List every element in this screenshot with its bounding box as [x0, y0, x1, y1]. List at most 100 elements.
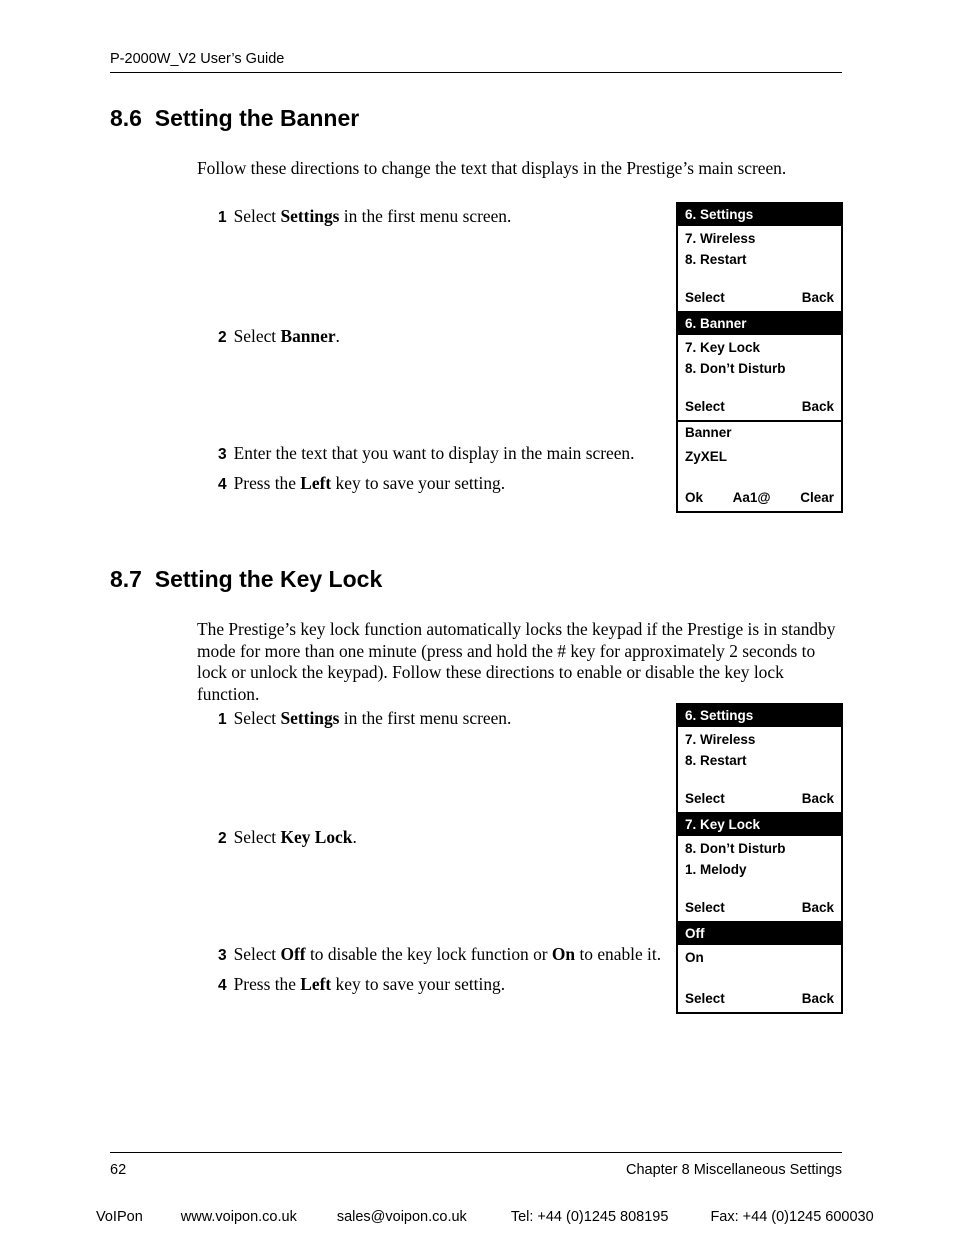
menu-item-on[interactable]: On: [685, 948, 834, 969]
phone-screen-keylock-onoff: Off On Select Back: [678, 923, 841, 1012]
page-number: 62: [110, 1162, 127, 1178]
softkey-select[interactable]: Select: [685, 789, 725, 808]
phone-screen-settings: 6. Settings 7. Wireless 8. Restart Selec…: [678, 204, 841, 313]
voipon-website[interactable]: www.voipon.co.uk: [181, 1208, 297, 1227]
step-text-post: key to save your setting.: [331, 974, 506, 994]
running-header: P-2000W_V2 User’s Guide: [110, 50, 842, 73]
step-8-6-2: 2 Select Banner.: [218, 326, 340, 348]
screen-softkey-bar: Select Back: [678, 898, 841, 921]
document-page: P-2000W_V2 User’s Guide 8.6 Setting the …: [0, 0, 954, 1235]
step-8-7-2: 2 Select Key Lock.: [218, 827, 357, 849]
step-text-pre: Press the: [233, 473, 301, 493]
menu-item[interactable]: 8. Restart: [685, 751, 834, 772]
phone-screen-settings: 6. Settings 7. Wireless 8. Restart Selec…: [678, 705, 841, 814]
softkey-select[interactable]: Select: [685, 397, 725, 416]
step-8-7-3: 3 Select Off to disable the key lock func…: [218, 944, 661, 966]
screen-softkey-bar: Select Back: [678, 288, 841, 311]
screen-blank-space: [678, 270, 841, 288]
step-8-6-1: 1 Select Settings in the first menu scree…: [218, 206, 511, 228]
step-number: 4: [218, 977, 227, 994]
step-text-pre: Select: [233, 326, 281, 346]
step-text-bold: Left: [300, 974, 332, 994]
softkey-back[interactable]: Back: [802, 397, 834, 416]
softkey-back[interactable]: Back: [802, 288, 834, 307]
section-8-6-intro: Follow these directions to change the te…: [197, 158, 787, 178]
step-text-post: in the first menu screen.: [339, 708, 512, 728]
step-number: 1: [218, 711, 227, 728]
step-8-7-1: 1 Select Settings in the first menu scree…: [218, 708, 511, 730]
screen-blank-space: [678, 379, 841, 397]
voipon-contact-bar: VoIPon www.voipon.co.uk sales@voipon.co.…: [96, 1208, 874, 1227]
voipon-email[interactable]: sales@voipon.co.uk: [337, 1208, 467, 1227]
screen-title: Banner: [678, 422, 841, 444]
softkey-ok[interactable]: Ok: [685, 488, 703, 507]
screen-title: 7. Key Lock: [678, 814, 841, 836]
menu-item[interactable]: 1. Melody: [685, 860, 834, 881]
phone-screen-banner-edit: Banner ZyXEL Ok Aa1@ Clear: [678, 422, 841, 511]
section-heading-8-7: 8.7 Setting the Key Lock: [110, 566, 383, 592]
step-text-bold: Banner: [280, 326, 336, 346]
step-8-7-4: 4 Press the Left key to save your setting…: [218, 974, 505, 996]
step-text-post: to enable it.: [575, 944, 662, 964]
section-8-7-intro: The Prestige’s key lock function automat…: [197, 619, 836, 704]
banner-text-value[interactable]: ZyXEL: [685, 447, 834, 468]
screen-menu-list: 8. Don’t Disturb 1. Melody: [678, 836, 841, 880]
screen-blank-space: [678, 467, 841, 488]
menu-item[interactable]: 8. Don’t Disturb: [685, 359, 834, 380]
section-heading-8-6: 8.6 Setting the Banner: [110, 105, 360, 131]
step-text-mid: to disable the key lock function or: [305, 944, 552, 964]
screen-softkey-bar: Ok Aa1@ Clear: [678, 487, 841, 511]
phone-screen-banner-menu: 6. Banner 7. Key Lock 8. Don’t Disturb S…: [678, 313, 841, 422]
step-text-post: .: [352, 827, 357, 847]
softkey-input-mode[interactable]: Aa1@: [703, 488, 800, 507]
phone-screen-stack-banner: 6. Settings 7. Wireless 8. Restart Selec…: [676, 202, 843, 513]
softkey-back[interactable]: Back: [802, 898, 834, 917]
menu-item[interactable]: 7. Wireless: [685, 229, 834, 250]
screen-title: 6. Settings: [678, 204, 841, 226]
screen-title-off[interactable]: Off: [678, 923, 841, 945]
softkey-back[interactable]: Back: [802, 789, 834, 808]
step-text-pre: Select: [233, 206, 281, 226]
step-text-post: key to save your setting.: [331, 473, 506, 493]
screen-menu-list: 7. Wireless 8. Restart: [678, 727, 841, 771]
step-text-bold-on: On: [551, 944, 576, 964]
menu-item[interactable]: 7. Key Lock: [685, 338, 834, 359]
softkey-select[interactable]: Select: [685, 288, 725, 307]
menu-item[interactable]: 8. Don’t Disturb: [685, 839, 834, 860]
voipon-fax: Fax: +44 (0)1245 600030: [710, 1209, 874, 1225]
step-number: 1: [218, 209, 227, 226]
softkey-back[interactable]: Back: [802, 989, 834, 1008]
step-text-post: in the first menu screen.: [339, 206, 512, 226]
screen-softkey-bar: Select Back: [678, 397, 841, 420]
header-divider: [110, 72, 842, 73]
step-number: 3: [218, 947, 227, 964]
screen-menu-list: 7. Key Lock 8. Don’t Disturb: [678, 335, 841, 379]
menu-item[interactable]: 7. Wireless: [685, 730, 834, 751]
step-text-bold-off: Off: [280, 944, 306, 964]
step-number: 4: [218, 476, 227, 493]
step-number: 3: [218, 446, 227, 463]
screen-softkey-bar: Select Back: [678, 988, 841, 1012]
step-text-bold: Left: [300, 473, 332, 493]
step-text-pre: Select: [233, 708, 281, 728]
softkey-select[interactable]: Select: [685, 989, 725, 1008]
step-text-pre: Press the: [233, 974, 301, 994]
chapter-label: Chapter 8 Miscellaneous Settings: [625, 1162, 842, 1178]
screen-blank-space: [678, 880, 841, 898]
step-text-pre: Select: [233, 827, 281, 847]
softkey-select[interactable]: Select: [685, 898, 725, 917]
footer-divider: [110, 1152, 842, 1153]
screen-menu-list: 7. Wireless 8. Restart: [678, 226, 841, 270]
screen-text-entry: ZyXEL: [678, 444, 841, 468]
screen-menu-list: On: [678, 945, 841, 969]
voipon-telephone: Tel: +44 (0)1245 808195: [510, 1209, 669, 1225]
softkey-clear[interactable]: Clear: [800, 488, 834, 507]
phone-screen-stack-keylock: 6. Settings 7. Wireless 8. Restart Selec…: [676, 703, 843, 1014]
screen-title: 6. Banner: [678, 313, 841, 335]
screen-title: 6. Settings: [678, 705, 841, 727]
running-header-title: P-2000W_V2 User’s Guide: [110, 51, 285, 67]
page-footer: 62 Chapter 8 Miscellaneous Settings: [110, 1161, 842, 1180]
step-text-post: .: [335, 326, 340, 346]
menu-item[interactable]: 8. Restart: [685, 250, 834, 271]
step-text-bold: Key Lock: [280, 827, 353, 847]
